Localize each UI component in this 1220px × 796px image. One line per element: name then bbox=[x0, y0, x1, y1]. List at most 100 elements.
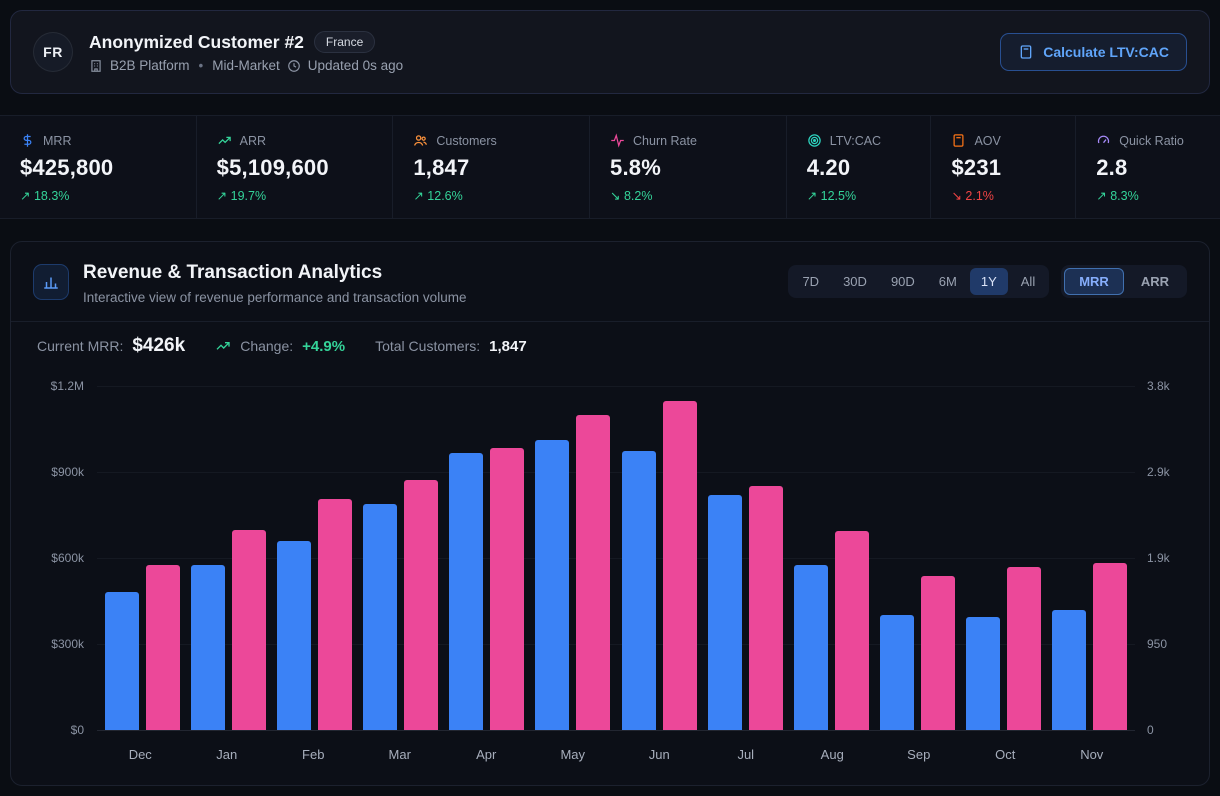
kpi-label: MRR bbox=[43, 134, 71, 148]
country-badge: France bbox=[314, 31, 375, 53]
kpi-delta: ↗ 18.3% bbox=[20, 188, 176, 203]
y-axis-left: $1.2M$900k$600k$300k$0 bbox=[35, 386, 97, 730]
panel-controls: 7D30D90D6M1YAll MRRARR bbox=[788, 265, 1187, 298]
bar-mrr-apr[interactable] bbox=[449, 453, 483, 730]
current-mrr-stat: Current MRR: $426k bbox=[37, 335, 185, 357]
bar-mrr-dec[interactable] bbox=[105, 592, 139, 730]
cta-label: Calculate LTV:CAC bbox=[1043, 44, 1169, 60]
current-mrr-value: $426k bbox=[132, 335, 185, 357]
kpi-delta: ↘ 8.2% bbox=[610, 188, 766, 203]
change-value: +4.9% bbox=[302, 338, 345, 355]
spacer bbox=[1135, 730, 1185, 762]
spacer bbox=[35, 730, 97, 762]
x-tick-aug: Aug bbox=[789, 747, 876, 762]
bar-transactions-jul[interactable] bbox=[749, 486, 783, 730]
bar-group-aug bbox=[788, 386, 874, 730]
kpi-card-quick-ratio: Quick Ratio2.8↗ 8.3% bbox=[1076, 116, 1220, 218]
clock-icon bbox=[287, 59, 301, 73]
metric-button-arr[interactable]: ARR bbox=[1126, 268, 1184, 295]
kpi-card-customers: Customers1,847↗ 12.6% bbox=[393, 116, 590, 218]
range-button-30d[interactable]: 30D bbox=[832, 268, 878, 295]
change-label: Change: bbox=[240, 338, 293, 354]
bar-transactions-mar[interactable] bbox=[404, 480, 438, 730]
bar-mrr-oct[interactable] bbox=[966, 617, 1000, 730]
bar-mrr-sep[interactable] bbox=[880, 615, 914, 730]
customer-subtitle: B2B Platform • Mid-Market Updated 0s ago bbox=[89, 58, 403, 73]
kpi-value: 5.8% bbox=[610, 155, 766, 181]
x-tick-nov: Nov bbox=[1049, 747, 1136, 762]
range-button-90d[interactable]: 90D bbox=[880, 268, 926, 295]
range-button-7d[interactable]: 7D bbox=[791, 268, 830, 295]
bar-group-mar bbox=[358, 386, 444, 730]
kpi-label: LTV:CAC bbox=[830, 134, 881, 148]
panel-header: Revenue & Transaction Analytics Interact… bbox=[11, 242, 1209, 321]
segment-label: Mid-Market bbox=[212, 58, 280, 73]
kpi-strip: MRR$425,800↗ 18.3%ARR$5,109,600↗ 19.7%Cu… bbox=[0, 115, 1220, 219]
bar-group-sep bbox=[875, 386, 961, 730]
bar-mrr-jun[interactable] bbox=[622, 451, 656, 731]
bar-mrr-nov[interactable] bbox=[1052, 610, 1086, 730]
kpi-label: Quick Ratio bbox=[1119, 134, 1184, 148]
kpi-label: Churn Rate bbox=[633, 134, 697, 148]
x-tick-jan: Jan bbox=[184, 747, 271, 762]
bar-mrr-jul[interactable] bbox=[708, 495, 742, 730]
chart-wrap: $1.2M$900k$600k$300k$0 3.8k2.9k1.9k9500 … bbox=[11, 370, 1209, 768]
bar-transactions-apr[interactable] bbox=[490, 448, 524, 730]
bar-group-apr bbox=[444, 386, 530, 730]
bar-transactions-nov[interactable] bbox=[1093, 563, 1127, 730]
bar-mrr-aug[interactable] bbox=[794, 565, 828, 730]
kpi-delta: ↗ 8.3% bbox=[1096, 188, 1200, 203]
total-customers-stat: Total Customers: 1,847 bbox=[375, 338, 527, 355]
bar-transactions-oct[interactable] bbox=[1007, 567, 1041, 730]
range-button-6m[interactable]: 6M bbox=[928, 268, 968, 295]
metric-button-mrr[interactable]: MRR bbox=[1064, 268, 1124, 295]
range-button-1y[interactable]: 1Y bbox=[970, 268, 1008, 295]
building-icon bbox=[89, 59, 103, 73]
bar-group-jan bbox=[185, 386, 271, 730]
x-tick-oct: Oct bbox=[962, 747, 1049, 762]
bar-transactions-dec[interactable] bbox=[146, 565, 180, 730]
kpi-value: 4.20 bbox=[807, 155, 911, 181]
bar-group-may bbox=[530, 386, 616, 730]
bar-group-feb bbox=[271, 386, 357, 730]
kpi-delta: ↘ 2.1% bbox=[951, 188, 1055, 203]
change-stat: Change: +4.9% bbox=[215, 338, 345, 355]
x-tick-feb: Feb bbox=[270, 747, 357, 762]
kpi-card-aov: AOV$231↘ 2.1% bbox=[931, 116, 1076, 218]
bar-transactions-feb[interactable] bbox=[318, 499, 352, 730]
x-tick-dec: Dec bbox=[97, 747, 184, 762]
target-icon bbox=[807, 133, 822, 148]
metric-selector: MRRARR bbox=[1061, 265, 1187, 298]
bar-group-nov bbox=[1047, 386, 1133, 730]
bar-group-jul bbox=[702, 386, 788, 730]
bar-group-oct bbox=[961, 386, 1047, 730]
bar-transactions-jun[interactable] bbox=[663, 401, 697, 730]
bars bbox=[97, 386, 1135, 730]
revenue-chart: $1.2M$900k$600k$300k$0 3.8k2.9k1.9k9500 … bbox=[35, 386, 1185, 762]
range-button-all[interactable]: All bbox=[1010, 268, 1046, 295]
bar-transactions-aug[interactable] bbox=[835, 531, 869, 730]
total-customers-value: 1,847 bbox=[489, 338, 527, 355]
x-axis: DecJanFebMarAprMayJunJulAugSepOctNov bbox=[97, 730, 1135, 762]
kpi-value: $425,800 bbox=[20, 155, 176, 181]
trending-up-icon bbox=[217, 133, 232, 148]
calculator-icon bbox=[1018, 44, 1034, 60]
x-tick-mar: Mar bbox=[357, 747, 444, 762]
plot-area bbox=[97, 386, 1135, 730]
bar-mrr-jan[interactable] bbox=[191, 565, 225, 730]
bar-transactions-may[interactable] bbox=[576, 415, 610, 730]
bar-mrr-feb[interactable] bbox=[277, 541, 311, 730]
total-customers-label: Total Customers: bbox=[375, 338, 480, 354]
kpi-label: AOV bbox=[974, 134, 1000, 148]
panel-subtitle: Interactive view of revenue performance … bbox=[83, 290, 466, 305]
bar-transactions-sep[interactable] bbox=[921, 576, 955, 730]
bar-mrr-mar[interactable] bbox=[363, 504, 397, 730]
current-mrr-label: Current MRR: bbox=[37, 338, 123, 354]
kpi-card-ltv-cac: LTV:CAC4.20↗ 12.5% bbox=[787, 116, 932, 218]
bar-mrr-may[interactable] bbox=[535, 440, 569, 730]
avatar: FR bbox=[33, 32, 73, 72]
bar-group-jun bbox=[616, 386, 702, 730]
calculate-ltv-cac-button[interactable]: Calculate LTV:CAC bbox=[1000, 33, 1187, 71]
bar-transactions-jan[interactable] bbox=[232, 530, 266, 730]
kpi-card-mrr: MRR $425,800 ↗ 18.3% bbox=[0, 116, 197, 218]
